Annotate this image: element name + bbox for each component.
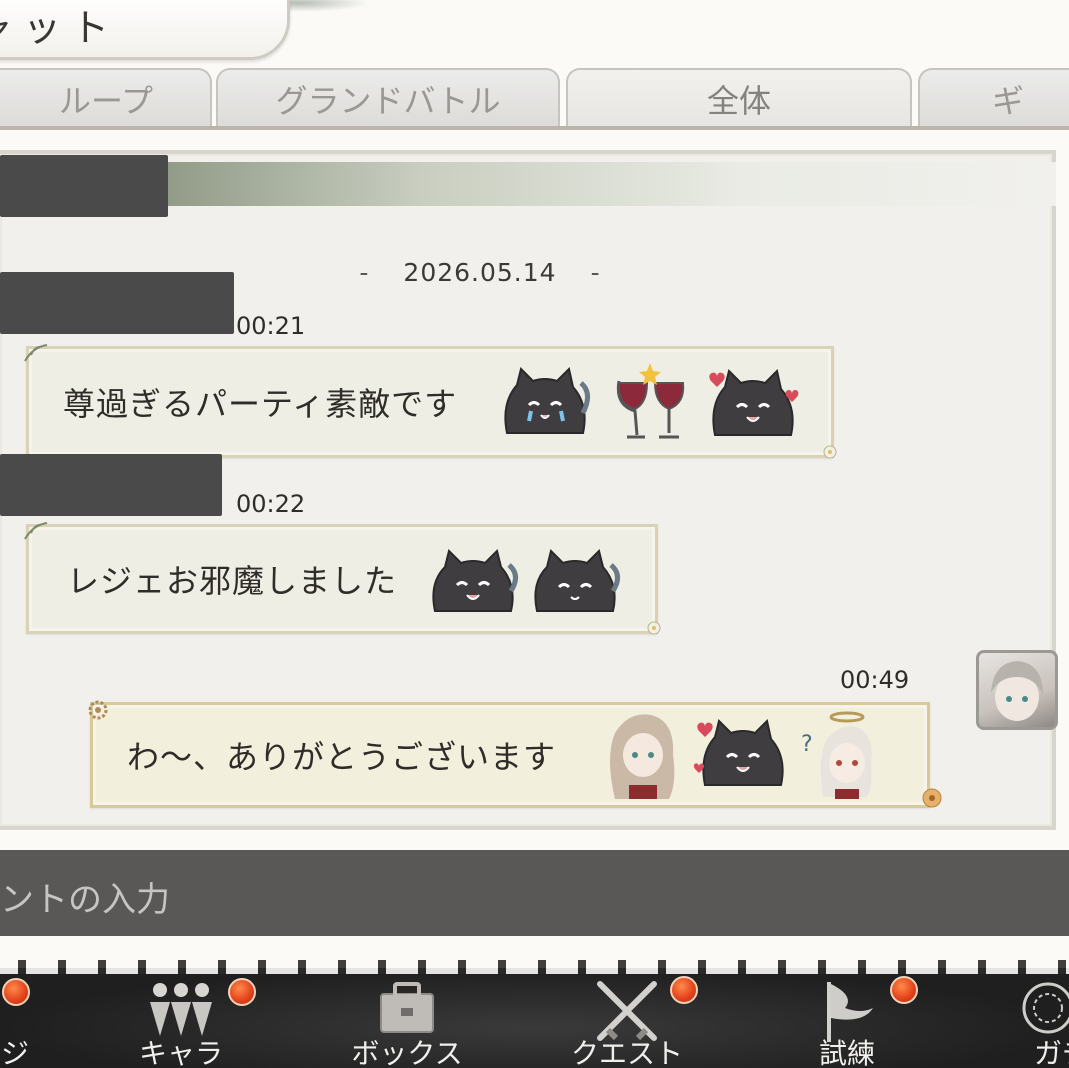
message-text: 尊過ぎるパーティ素敵です <box>63 385 458 423</box>
nav-label: ジ <box>0 1037 29 1068</box>
nav-label: クエスト <box>570 1037 683 1068</box>
chat-bubble[interactable]: レジェお邪魔しました <box>24 522 661 635</box>
redacted-sender-name <box>0 272 234 334</box>
nav-label: ガチ <box>1034 1037 1069 1068</box>
long-haired-girl-sticker <box>610 714 675 799</box>
nav-item-characters[interactable]: キャラ <box>106 972 256 1068</box>
flower-corner-decoration <box>922 788 942 808</box>
avatar[interactable] <box>976 650 1058 730</box>
chat-tabs: ループ グランドバトル 全体 ギ <box>0 68 1069 130</box>
nav-label: 試練 <box>818 1037 875 1068</box>
smiling-slime-cat-sticker <box>432 549 518 612</box>
tab-group[interactable]: ループ <box>0 68 212 128</box>
date-text: 2026.05.14 <box>403 258 557 287</box>
page-title: ャット <box>0 6 120 50</box>
tab-all[interactable]: 全体 <box>566 68 912 128</box>
user-avatar-portrait <box>991 661 1043 721</box>
flower-corner-decoration <box>823 445 837 459</box>
gear-corner-decoration <box>88 700 108 720</box>
happy-slime-cat-hearts-sticker <box>693 719 784 786</box>
notification-badge <box>228 978 256 1006</box>
chat-bubble-self[interactable]: わ〜、ありがとうございます ? <box>88 700 942 808</box>
crying-slime-cat-sticker <box>504 367 590 434</box>
message-text: わ〜、ありがとうございます <box>127 738 557 776</box>
redacted-name <box>0 155 168 217</box>
notification-badge <box>890 976 918 1004</box>
nav-item-trial[interactable]: 試練 <box>772 972 922 1068</box>
date-dash: - <box>590 258 601 287</box>
date-dash: - <box>359 258 370 287</box>
message-text: レジェお邪魔しました <box>67 562 398 600</box>
flower-corner-decoration <box>647 621 661 635</box>
tab-label: ギ <box>991 82 1024 120</box>
happy-slime-cat-hearts-sticker <box>709 369 799 436</box>
nav-item-home[interactable]: ジ <box>0 972 90 1068</box>
leaf-corner-decoration <box>24 344 48 362</box>
wine-glasses-sticker <box>616 363 685 439</box>
redacted-sender-name <box>0 454 222 516</box>
message-input-placeholder: ントの入力 <box>0 880 170 920</box>
tab-grand-battle[interactable]: グランドバトル <box>216 68 560 128</box>
message-time: 00:21 <box>236 312 306 340</box>
nav-label: ボックス <box>351 1037 463 1068</box>
message-time: 00:49 <box>840 666 910 694</box>
title-plate: ャット <box>0 0 290 60</box>
tab-underline <box>0 126 1069 130</box>
chat-bubble[interactable]: 尊過ぎるパーティ素敵です <box>24 344 837 459</box>
leaf-corner-decoration <box>24 522 48 540</box>
tab-label: 全体 <box>706 82 771 120</box>
tab-guild[interactable]: ギ <box>918 68 1069 128</box>
content-slime-cat-sticker <box>534 549 620 612</box>
box-icon <box>380 982 434 1033</box>
notification-badge <box>2 978 30 1006</box>
nav-item-quest[interactable]: クエスト <box>552 972 702 1068</box>
notification-badge <box>670 976 698 1004</box>
nav-item-gacha[interactable]: ガチ <box>988 972 1069 1068</box>
nav-item-box[interactable]: ボックス <box>332 972 482 1068</box>
message-time: 00:22 <box>236 490 306 518</box>
tab-label: ループ <box>58 82 154 120</box>
confused-girl-halo-sticker: ? <box>801 711 872 799</box>
characters-icon <box>150 983 212 1036</box>
nav-label: キャラ <box>138 1037 223 1068</box>
gacha-circle-icon <box>1022 982 1069 1034</box>
tab-label: グランドバトル <box>275 82 501 120</box>
svg-text:?: ? <box>801 732 813 757</box>
